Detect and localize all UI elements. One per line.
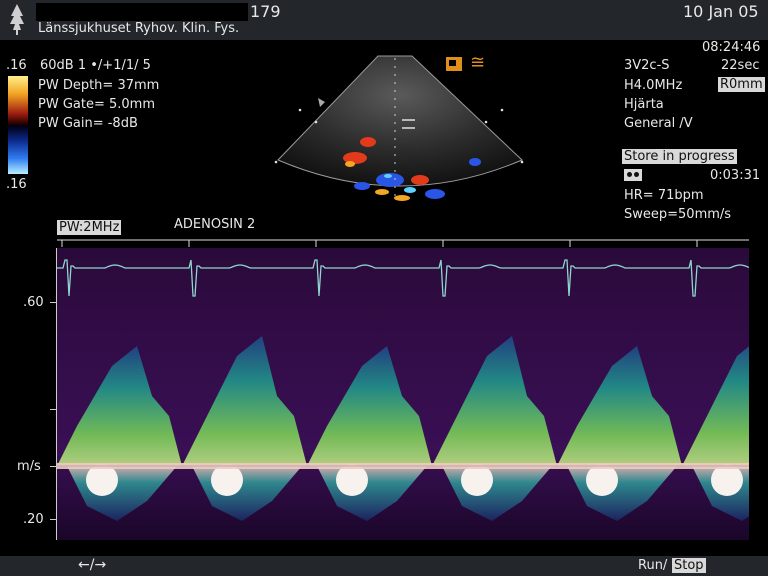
hospital-name: Länssjukhuset Ryhov. Klin. Fys. — [38, 21, 240, 36]
axis-tick-mark — [50, 409, 56, 410]
axis-unit-label: m/s — [17, 459, 41, 474]
stop-button[interactable]: Stop — [672, 558, 706, 573]
ultrasound-sector-image — [274, 55, 524, 202]
pw-frequency-label[interactable]: PW:2MHz — [57, 220, 122, 235]
doppler-spectrum — [57, 248, 749, 540]
annotation-adenosin: ADENOSIN 2 — [174, 217, 256, 232]
gain-settings: 60dB 1 •/+1/1/ 5 — [40, 58, 151, 73]
run-label[interactable]: Run/ — [638, 558, 667, 573]
clock-time: 08:24:46 — [702, 40, 761, 55]
sweep-speed: Sweep=50mm/s — [624, 207, 732, 222]
r0mm-button[interactable]: R0mm — [718, 77, 765, 92]
time-ruler — [57, 239, 749, 247]
axis-tick-mark — [50, 466, 56, 467]
velocity-axis — [56, 248, 57, 540]
probe-name: 3V2c-S — [624, 58, 670, 73]
color-scale-top: .16 — [6, 58, 27, 73]
pw-gate: PW Gate= 5.0mm — [38, 97, 155, 112]
redacted-name-box — [36, 3, 248, 21]
axis-tick-mark — [50, 302, 56, 303]
color-scale-bottom: .16 — [6, 177, 27, 192]
approx-symbol-icon[interactable]: ≅ — [470, 52, 485, 73]
pw-depth: PW Depth= 37mm — [38, 78, 160, 93]
axis-tick-bottom: .20 — [23, 512, 44, 527]
elapsed-time: 0:03:31 — [710, 168, 761, 183]
preset-label: General /V — [624, 116, 693, 131]
heart-rate: HR= 71bpm — [624, 188, 704, 203]
pw-gain: PW Gain= -8dB — [38, 116, 138, 131]
axis-tick-mark — [50, 519, 56, 520]
frequency: H4.0MHz — [624, 78, 683, 93]
color-velocity-scale-bar — [8, 76, 28, 174]
tree-logo-icon — [10, 4, 24, 35]
clip-duration: 22sec — [721, 58, 760, 73]
tape-icon — [624, 169, 642, 181]
axis-tick-top: .60 — [23, 295, 44, 310]
organ-label: Hjärta — [624, 97, 664, 112]
store-status: Store in progress — [622, 149, 737, 164]
navigate-arrows-button[interactable]: ←/→ — [78, 557, 106, 573]
patient-id-number: 179 — [250, 2, 281, 21]
exam-date: 10 Jan 05 — [683, 2, 759, 21]
freeze-frame-icon[interactable] — [446, 57, 462, 71]
